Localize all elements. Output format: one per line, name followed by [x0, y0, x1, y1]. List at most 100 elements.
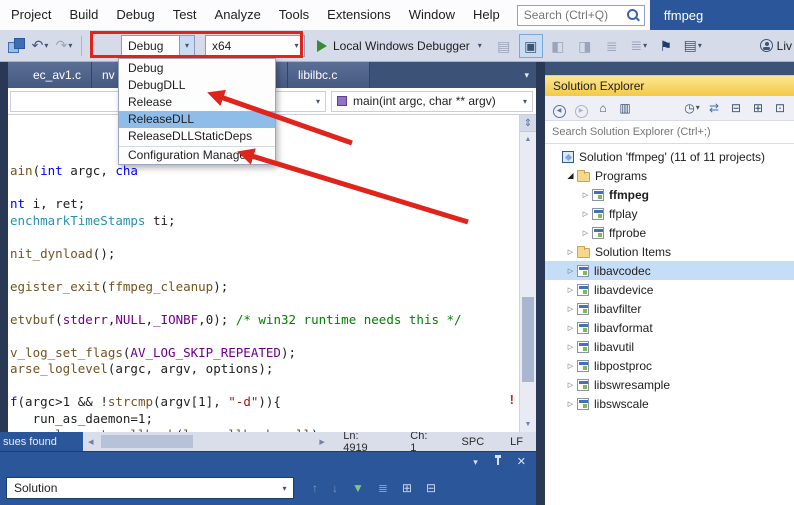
solution-configurations-combo[interactable]: Debug ▾: [121, 35, 195, 57]
tree-item-libavutil[interactable]: ▷libavutil: [545, 337, 794, 356]
menu-test[interactable]: Test: [164, 0, 206, 30]
hot-reload-icon[interactable]: ▤: [492, 34, 516, 58]
collapsed-arrow-icon[interactable]: ▷: [564, 400, 577, 408]
scroll-down-icon[interactable]: ▼: [520, 417, 536, 432]
collapsed-arrow-icon[interactable]: ▷: [579, 191, 592, 199]
window-position-icon[interactable]: ▾: [473, 452, 478, 472]
watch-window-icon[interactable]: ≣▾: [627, 33, 651, 58]
home-icon[interactable]: ⌂: [593, 96, 613, 120]
solution-platforms-combo[interactable]: x64 ▾: [205, 35, 305, 57]
config-option-debugdll[interactable]: DebugDLL: [119, 77, 275, 94]
tree-item-solution-ffmpeg-11-of-11-projects[interactable]: Solution 'ffmpeg' (11 of 11 projects): [545, 147, 794, 166]
config-option-release[interactable]: Release: [119, 94, 275, 111]
live-share-button[interactable]: Liv: [760, 39, 792, 53]
column-indicator[interactable]: Ch: 1: [397, 432, 448, 451]
task-list-icon[interactable]: ▤▾: [681, 33, 705, 58]
chevron-down-icon[interactable]: ▾: [44, 41, 48, 50]
tree-item-libavformat[interactable]: ▷libavformat: [545, 318, 794, 337]
bookmark-icon[interactable]: ⚑: [654, 34, 678, 58]
columns-icon[interactable]: ⊟: [426, 481, 436, 495]
group-by-icon[interactable]: ⊞: [402, 481, 412, 495]
command-window-icon[interactable]: ▣: [519, 34, 543, 58]
menu-project[interactable]: Project: [2, 0, 60, 30]
chevron-down-icon[interactable]: ▾: [289, 36, 304, 56]
tree-item-ffprobe[interactable]: ▷ffprobe: [545, 223, 794, 242]
menu-window[interactable]: Window: [400, 0, 464, 30]
collapsed-arrow-icon[interactable]: ▷: [564, 267, 577, 275]
line-ending-indicator[interactable]: LF: [497, 432, 536, 451]
tree-item-libswresample[interactable]: ▷libswresample: [545, 375, 794, 394]
show-all-files-icon[interactable]: ⊞: [748, 96, 768, 120]
tree-item-libavcodec[interactable]: ▷libavcodec: [545, 261, 794, 280]
properties-icon[interactable]: ⊡: [770, 96, 790, 120]
tree-item-libpostproc[interactable]: ▷libpostproc: [545, 356, 794, 375]
quick-launch-search[interactable]: Search (Ctrl+Q): [517, 5, 645, 26]
chevron-down-icon[interactable]: ▾: [179, 36, 194, 56]
config-option-configuration-manager[interactable]: Configuration Manager...: [119, 146, 275, 163]
collapsed-arrow-icon[interactable]: ▷: [579, 210, 592, 218]
error-list-scope-combo[interactable]: Solution ▾: [6, 477, 294, 499]
immediate-window-icon[interactable]: ◨: [573, 34, 597, 58]
pending-changes-filter-icon[interactable]: ▥: [615, 96, 635, 120]
previous-item-icon[interactable]: ↑: [312, 481, 318, 495]
tab-libilbc-c[interactable]: libilbc.c: [288, 62, 370, 88]
menu-help[interactable]: Help: [464, 0, 509, 30]
tree-item-ffmpeg[interactable]: ▷ffmpeg: [545, 185, 794, 204]
collapsed-arrow-icon[interactable]: ▷: [579, 229, 592, 237]
config-option-debug[interactable]: Debug: [119, 60, 275, 77]
solution-explorer-search[interactable]: Search Solution Explorer (Ctrl+;): [545, 121, 794, 144]
menu-tools[interactable]: Tools: [270, 0, 318, 30]
spaces-indicator[interactable]: SPC: [449, 432, 498, 451]
config-option-releasedllstaticdeps[interactable]: ReleaseDLLStaticDeps: [119, 128, 275, 145]
tree-item-libavdevice[interactable]: ▷libavdevice: [545, 280, 794, 299]
breakpoints-icon[interactable]: ◧: [546, 34, 570, 58]
new-project-icon[interactable]: [7, 38, 25, 53]
sync-with-active-document-icon[interactable]: ⇄: [704, 96, 724, 120]
chevron-down-icon[interactable]: ▾: [316, 97, 320, 106]
pin-icon[interactable]: [493, 455, 502, 468]
tab-list-chevron-icon[interactable]: ▾: [524, 62, 529, 88]
tree-item-solution-items[interactable]: ▷Solution Items: [545, 242, 794, 261]
hscroll-thumb[interactable]: [101, 435, 193, 448]
redo-icon[interactable]: ↷▾: [52, 33, 76, 58]
tab-ec-av1-c[interactable]: ec_av1.c: [8, 62, 92, 88]
tree-item-ffplay[interactable]: ▷ffplay: [545, 204, 794, 223]
menu-analyze[interactable]: Analyze: [206, 0, 270, 30]
collapsed-arrow-icon[interactable]: ▷: [564, 286, 577, 294]
tree-item-libswscale[interactable]: ▷libswscale: [545, 394, 794, 413]
filter-icon[interactable]: ▼: [352, 481, 364, 495]
chevron-down-icon[interactable]: ▾: [478, 41, 482, 50]
chevron-down-icon[interactable]: ▾: [523, 97, 527, 106]
editor-vertical-scrollbar[interactable]: ⇕ ▲ ▼: [519, 115, 536, 432]
line-indicator[interactable]: Ln: 4919: [330, 432, 397, 451]
member-dropdown[interactable]: main(int argc, char ** argv) ▾: [331, 91, 533, 112]
collapsed-arrow-icon[interactable]: ▷: [564, 324, 577, 332]
clear-list-icon[interactable]: ≣: [378, 481, 388, 495]
expanded-arrow-icon[interactable]: ◢: [564, 171, 577, 180]
navigate-backward-icon[interactable]: ◀: [549, 96, 569, 120]
chevron-down-icon[interactable]: ▾: [276, 478, 293, 498]
collapsed-arrow-icon[interactable]: ▷: [564, 362, 577, 370]
scrollbar-thumb[interactable]: [522, 297, 534, 382]
menu-debug[interactable]: Debug: [107, 0, 163, 30]
history-icon[interactable]: ◷▾: [682, 96, 702, 120]
close-icon[interactable]: ✕: [517, 452, 526, 472]
navigate-forward-icon[interactable]: ▶: [571, 96, 591, 120]
menu-build[interactable]: Build: [60, 0, 107, 30]
start-debugging-button[interactable]: Local Windows Debugger ▾: [317, 34, 482, 58]
collapsed-arrow-icon[interactable]: ▷: [564, 305, 577, 313]
document-health-indicator[interactable]: sues found: [0, 432, 83, 451]
hscroll-right-icon[interactable]: ▶: [314, 432, 330, 451]
split-editor-handle[interactable]: ⇕: [520, 115, 536, 132]
collapsed-arrow-icon[interactable]: ▷: [564, 343, 577, 351]
next-item-icon[interactable]: ↓: [332, 481, 338, 495]
config-option-releasedll[interactable]: ReleaseDLL: [119, 111, 275, 128]
collapsed-arrow-icon[interactable]: ▷: [564, 381, 577, 389]
hscroll-left-icon[interactable]: ◀: [83, 432, 99, 451]
call-stack-icon[interactable]: ≣: [600, 34, 624, 58]
collapsed-arrow-icon[interactable]: ▷: [564, 248, 577, 256]
menu-extensions[interactable]: Extensions: [318, 0, 400, 30]
solution-explorer-header[interactable]: Solution Explorer: [545, 75, 794, 96]
undo-icon[interactable]: ↶▾: [28, 33, 52, 58]
tree-item-programs[interactable]: ◢Programs: [545, 166, 794, 185]
